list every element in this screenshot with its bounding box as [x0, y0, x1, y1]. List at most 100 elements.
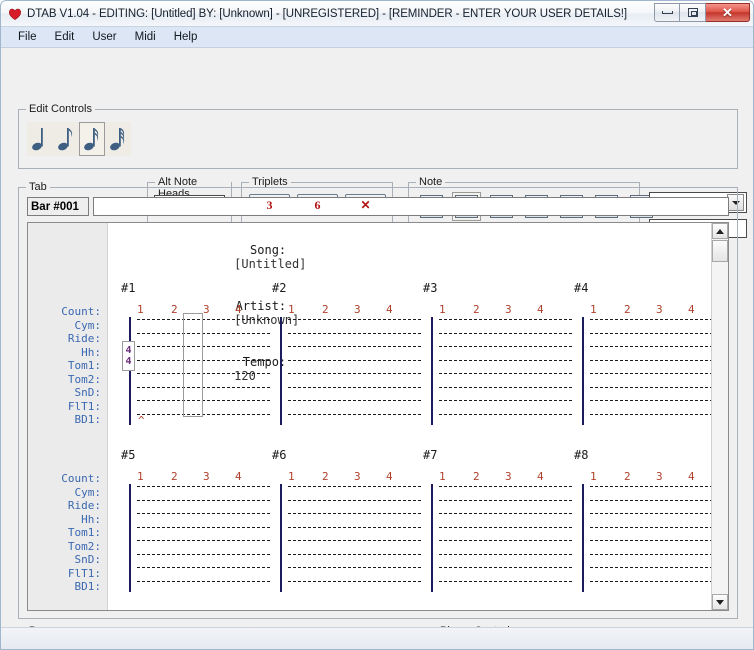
- count-tick: 4: [688, 470, 695, 483]
- staff-line: [288, 513, 421, 514]
- track-label-hh: Hh:: [81, 512, 101, 526]
- staff-line: [439, 580, 572, 582]
- eighth-note-button[interactable]: [53, 122, 79, 156]
- barline: [129, 484, 131, 592]
- staff-line: [137, 553, 270, 555]
- staff-line: [590, 319, 711, 320]
- staff-line: [439, 553, 572, 555]
- edit-cursor-box[interactable]: [183, 313, 203, 417]
- staff-line: [288, 580, 421, 582]
- count-row: 1 2 3 4: [590, 303, 711, 317]
- count-tick: 4: [386, 303, 393, 316]
- track-label-cym: Cym:: [74, 318, 102, 332]
- eighth-note-icon: [58, 128, 73, 151]
- window-buttons: ✕: [654, 3, 750, 22]
- staff-line: [439, 346, 572, 347]
- menu-item-file[interactable]: File: [9, 28, 46, 46]
- menu-item-edit[interactable]: Edit: [46, 28, 84, 46]
- barline: [582, 317, 584, 425]
- quarter-note-button[interactable]: [27, 122, 53, 156]
- count-tick: 2: [624, 470, 631, 483]
- thirtysecond-note-button[interactable]: [105, 122, 131, 156]
- title-bar: DTAB V1.04 - EDITING: [Untitled] BY: [Un…: [1, 1, 753, 27]
- count-tick: 1: [288, 303, 295, 316]
- minimize-button[interactable]: [654, 3, 680, 22]
- barline: [129, 317, 131, 425]
- measure-number: #3: [423, 281, 438, 295]
- count-tick: 4: [386, 470, 393, 483]
- menu-item-help[interactable]: Help: [165, 28, 207, 46]
- menu-item-user[interactable]: User: [83, 28, 125, 46]
- staff-line: [288, 499, 421, 501]
- staff-line: [590, 499, 711, 501]
- meta-value-song: [Untitled]: [234, 257, 307, 271]
- staff-line: [137, 513, 270, 514]
- measure-number: #8: [574, 448, 589, 462]
- barline: [431, 484, 433, 592]
- staff-line: [590, 567, 711, 568]
- staff-line: [137, 526, 270, 528]
- track-label-bd1: BD1:: [74, 580, 102, 593]
- measure-number: #5: [121, 448, 136, 462]
- staff-line: [288, 373, 421, 374]
- staff-line: [439, 319, 572, 320]
- barline: [582, 484, 584, 592]
- close-button[interactable]: ✕: [706, 3, 750, 22]
- measure-number: #6: [272, 448, 287, 462]
- vertical-scrollbar[interactable]: [711, 223, 728, 610]
- sixteenth-note-button[interactable]: [79, 122, 105, 156]
- staff-line: [439, 526, 572, 528]
- count-tick: 4: [537, 303, 544, 316]
- staff-line: [590, 580, 711, 582]
- track-label-tom1: Tom1:: [67, 526, 101, 539]
- staff-line: [590, 526, 711, 528]
- track-label-hh: Hh:: [81, 345, 101, 359]
- track-label-cym: Cym:: [74, 485, 102, 499]
- count-tick: 2: [322, 470, 329, 483]
- scroll-down-button[interactable]: [712, 594, 728, 610]
- note-duration-buttons: [27, 122, 131, 156]
- track-label-ride: Ride:: [67, 332, 101, 345]
- staff-line: [590, 413, 711, 415]
- staff-line: [288, 359, 421, 361]
- count-row: 1 2 3 4: [590, 470, 711, 484]
- count-row: 1 2 3 4: [439, 303, 569, 317]
- count-tick: 4: [537, 470, 544, 483]
- track-labels-system-1: Count: Cym: Ride: Hh: Tom1: Tom2: SnD: F…: [61, 305, 101, 427]
- bar-text-input[interactable]: [93, 197, 729, 216]
- staff-line: [439, 359, 572, 361]
- staff-line: [288, 319, 421, 320]
- staff-line: [590, 486, 711, 487]
- staff-line: [439, 413, 572, 415]
- count-tick: 1: [137, 303, 144, 316]
- meta-row-song: Song: [Untitled]: [127, 229, 306, 285]
- time-signature-numerator: 4: [125, 345, 132, 356]
- triangle-down-icon: [716, 599, 724, 605]
- status-bar: [1, 627, 753, 649]
- staff-line: [137, 400, 270, 401]
- track-label-tom2: Tom2:: [67, 539, 101, 553]
- staff-area[interactable]: Song: [Untitled] Artist: [Unknown] Tempo…: [109, 223, 711, 610]
- menu-item-midi[interactable]: Midi: [126, 28, 165, 46]
- tab-editor-view[interactable]: Count: Cym: Ride: Hh: Tom1: Tom2: SnD: F…: [27, 222, 729, 611]
- barline: [280, 484, 282, 592]
- meta-value-tempo: 120: [234, 369, 256, 383]
- close-icon: ✕: [722, 5, 733, 20]
- count-tick: 2: [473, 470, 480, 483]
- measure-number: #1: [121, 281, 136, 295]
- staff-line: [590, 400, 711, 401]
- scrollbar-thumb[interactable]: [712, 240, 728, 262]
- track-label-count: Count:: [61, 472, 101, 485]
- tab-group: Tab Bar #001 Count: Cym: Ride: Hh: Tom1:…: [18, 181, 738, 619]
- scroll-up-button[interactable]: [712, 223, 728, 239]
- track-label-flt1: FlT1:: [67, 566, 101, 580]
- menu-bar: File Edit User Midi Help: [1, 27, 753, 48]
- staff-line: [288, 540, 421, 541]
- staff-line: [137, 580, 270, 582]
- barline: [431, 317, 433, 425]
- barline: [280, 317, 282, 425]
- maximize-button[interactable]: [680, 3, 706, 22]
- track-label-gutter: Count: Cym: Ride: Hh: Tom1: Tom2: SnD: F…: [28, 223, 108, 610]
- staff-line: [590, 373, 711, 374]
- staff-line: [137, 359, 270, 361]
